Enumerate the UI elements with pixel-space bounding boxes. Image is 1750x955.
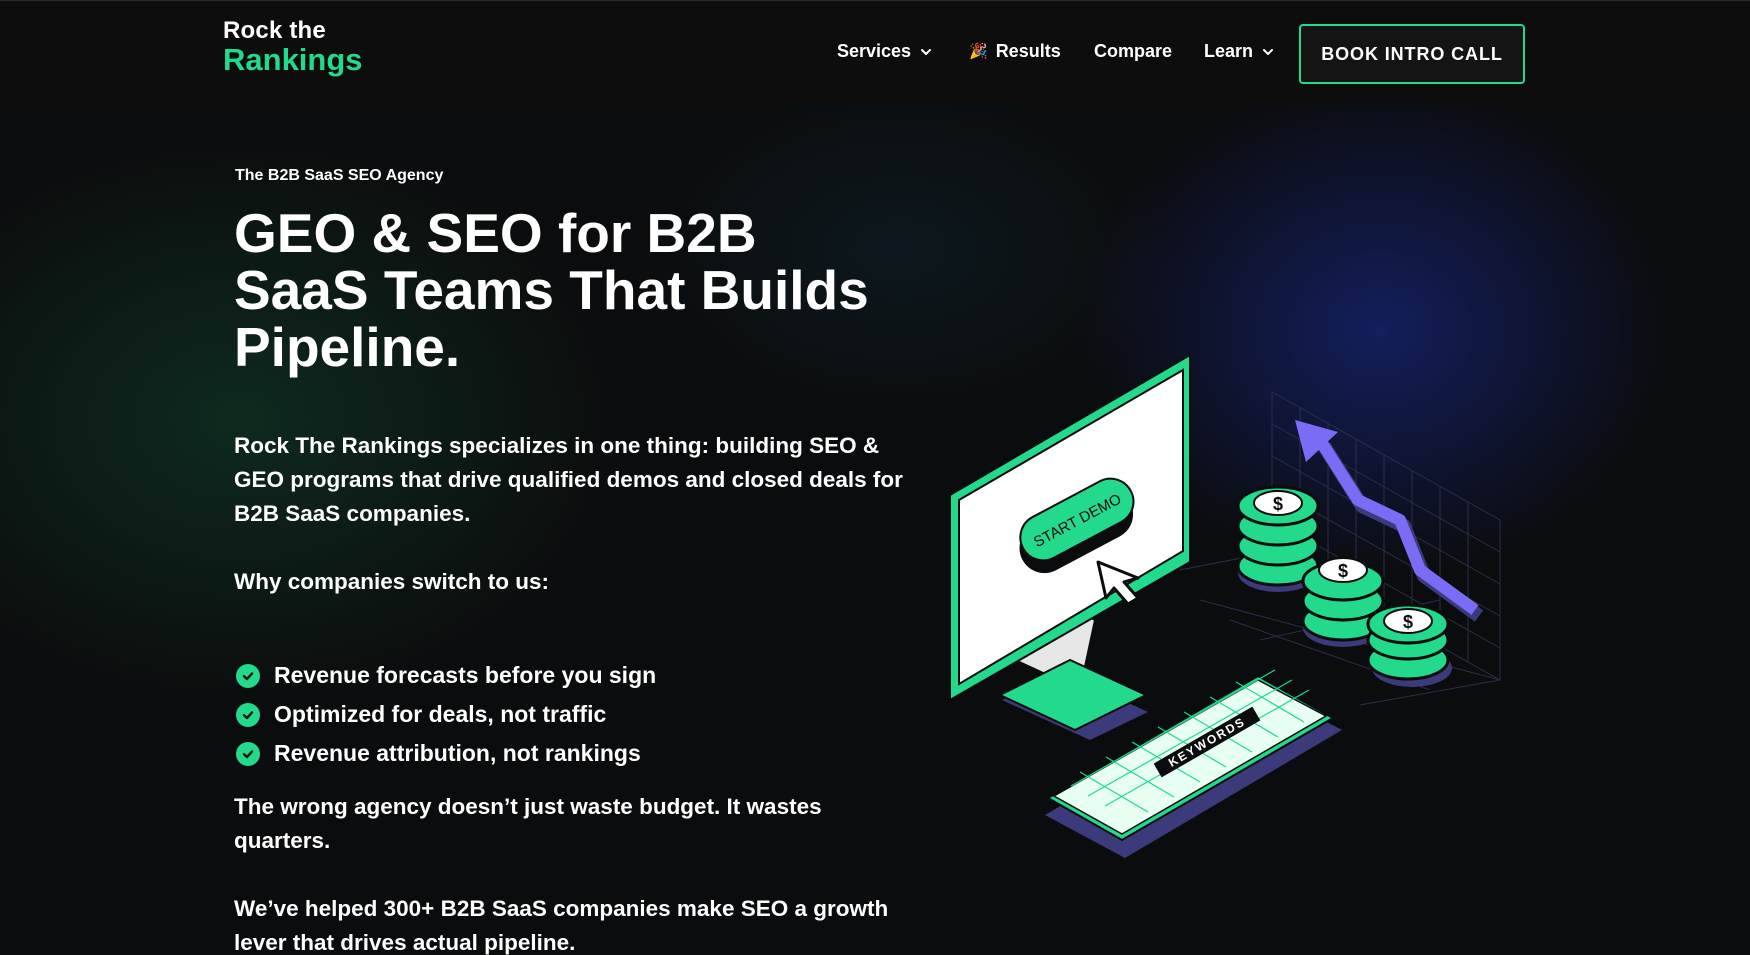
site-header: Rock the Rankings Services 🎉 Results Com… <box>0 0 1750 104</box>
benefit-item: Revenue forecasts before you sign <box>236 656 656 695</box>
benefit-item: Optimized for deals, not traffic <box>236 695 656 734</box>
hero-illustration: $ $ $ START DEMO KEYWORDS <box>949 353 1501 858</box>
dollar-icon: $ <box>1403 612 1413 632</box>
logo-line-2: Rankings <box>223 42 363 77</box>
book-intro-call-button[interactable]: BOOK INTRO CALL <box>1299 24 1525 84</box>
chart-grid <box>1179 391 1501 706</box>
logo-line-1: Rock the <box>223 17 326 44</box>
nav-services-label: Services <box>837 41 912 61</box>
nav-learn-label: Learn <box>1204 41 1254 61</box>
nav-compare-label: Compare <box>1094 41 1173 61</box>
nav-learn[interactable]: Learn <box>1204 41 1275 62</box>
benefit-text: Revenue forecasts before you sign <box>274 662 657 688</box>
hero-eyebrow: The B2B SaaS SEO Agency <box>235 167 444 184</box>
nav-results[interactable]: 🎉 Results <box>969 41 1061 62</box>
hero-warning: The wrong agency doesn’t just waste budg… <box>234 794 822 853</box>
chevron-down-icon <box>921 48 932 55</box>
coin-stacks-icon: $ $ $ <box>1236 485 1452 687</box>
check-circle-icon <box>236 663 260 688</box>
nav-results-label: Results <box>995 41 1061 61</box>
dollar-icon: $ <box>1338 561 1348 581</box>
monitor-icon: START DEMO <box>949 353 1191 740</box>
nav-compare[interactable]: Compare <box>1094 41 1172 62</box>
dollar-icon: $ <box>1273 494 1283 514</box>
benefit-item: Revenue attribution, not rankings <box>236 734 656 773</box>
benefits-list: Revenue forecasts before you sign Optimi… <box>236 656 656 773</box>
nav-services[interactable]: Services <box>837 41 933 62</box>
why-heading: Why companies switch to us: <box>234 569 550 594</box>
benefit-text: Optimized for deals, not traffic <box>274 701 607 727</box>
logo[interactable]: Rock the Rankings <box>223 17 363 77</box>
chevron-down-icon <box>1263 48 1274 55</box>
benefit-text: Revenue attribution, not rankings <box>274 740 641 766</box>
check-circle-icon <box>236 741 260 766</box>
hero-proof: We’ve helped 300+ B2B SaaS companies mak… <box>234 896 889 955</box>
hero-headline: GEO & SEO for B2B SaaS Teams That Builds… <box>234 202 869 378</box>
hero-intro: Rock The Rankings specializes in one thi… <box>234 433 903 526</box>
party-popper-icon: 🎉 <box>969 43 988 60</box>
check-circle-icon <box>236 702 260 727</box>
coin-stack: $ <box>1366 603 1452 687</box>
